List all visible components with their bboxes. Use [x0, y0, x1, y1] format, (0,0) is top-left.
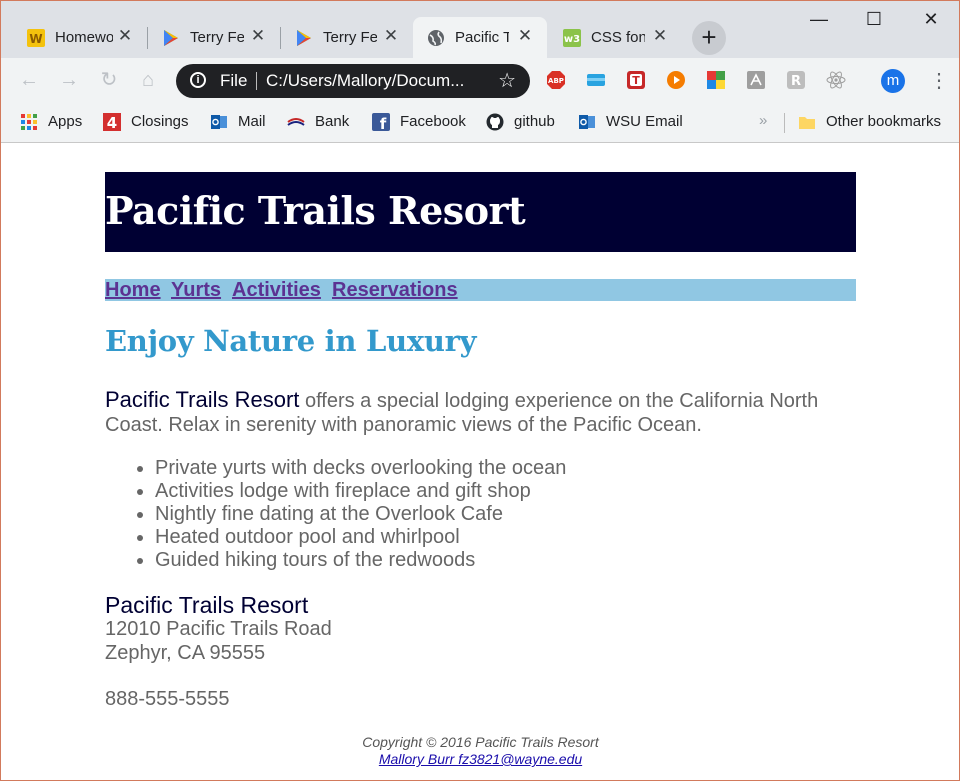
intro-paragraph: Pacific Trails Resort offers a special l… [105, 388, 865, 437]
reload-icon[interactable]: ↻ [97, 68, 121, 92]
menu-dots-icon[interactable]: ⋮ [929, 68, 949, 93]
pdf-icon[interactable] [746, 70, 766, 90]
close-window-button[interactable]: ✕ [908, 9, 954, 30]
list-item: Private yurts with decks overlooking the… [155, 457, 566, 480]
url-text[interactable]: C:/Users/Mallory/Docum... [266, 71, 464, 91]
play-store-icon [297, 30, 311, 46]
play-extension-icon[interactable] [666, 70, 686, 90]
svg-text:R: R [791, 74, 801, 89]
phone-number: 888-555-5555 [105, 688, 230, 710]
page-headline: Enjoy Nature in Luxury [105, 324, 477, 358]
list-item: Nightly fine dating at the Overlook Cafe [155, 503, 566, 526]
facebook-icon: f [372, 113, 390, 131]
site-header: Pacific Trails Resort [105, 172, 856, 252]
globe-icon [428, 30, 444, 46]
home-icon[interactable]: ⌂ [136, 68, 160, 92]
outlook-icon [211, 115, 227, 129]
close-icon[interactable]: ✕ [115, 26, 135, 46]
w3-icon: w3 [563, 29, 581, 47]
nav-link-activities[interactable]: Activities [232, 279, 321, 301]
bookmark-label: Closings [131, 113, 189, 130]
bookmark-label: Facebook [400, 113, 466, 130]
bookmark-label: Mail [238, 113, 266, 130]
info-icon[interactable]: i [190, 72, 206, 88]
list-item: Guided hiking tours of the redwoods [155, 549, 566, 572]
divider [784, 113, 785, 133]
svg-text:f: f [380, 115, 387, 131]
nav-link-reservations[interactable]: Reservations [332, 279, 458, 301]
bookmarks-overflow-button[interactable]: » [759, 112, 767, 129]
bookmark-label: github [514, 113, 555, 130]
colorful-extension-icon[interactable] [706, 70, 726, 90]
bookmark-star-icon[interactable]: ☆ [498, 68, 516, 93]
tab-title: Terry Fel [190, 29, 244, 46]
site-footer: Copyright © 2016 Pacific Trails Resort M… [105, 734, 856, 768]
new-tab-button[interactable]: + [692, 21, 726, 55]
divider [256, 72, 257, 90]
tab-title: Pacific T [455, 29, 509, 46]
profile-avatar[interactable]: m [881, 69, 905, 93]
play-store-icon [164, 30, 178, 46]
bookmark-label: Bank [315, 113, 350, 130]
t-extension-icon[interactable]: T [626, 70, 646, 90]
nav-link-home[interactable]: Home [105, 279, 161, 301]
maximize-button[interactable]: ☐ [851, 9, 897, 30]
address-line: 12010 Pacific Trails Road [105, 618, 332, 640]
page-content: Pacific Trails Resort Home Yurts Activit… [1, 143, 959, 779]
address-line: Zephyr, CA 95555 [105, 642, 266, 664]
tab-title: Terry Fel [323, 29, 377, 46]
tab-strip: W Homewo ✕ Terry Fel ✕ Terry Fel ✕ Pacif… [1, 1, 959, 59]
close-icon[interactable]: ✕ [650, 26, 670, 46]
minimize-button[interactable]: — [796, 9, 842, 30]
nav-link-yurts[interactable]: Yurts [171, 279, 221, 301]
list-item: Activities lodge with fireplace and gift… [155, 480, 566, 503]
screencast-icon[interactable] [586, 70, 606, 90]
svg-text:4: 4 [107, 114, 117, 131]
intro-brand: Pacific Trails Resort [105, 387, 300, 412]
contact-block: Pacific Trails Resort 12010 Pacific Trai… [105, 593, 332, 665]
folder-icon [799, 117, 815, 129]
copyright-text: Copyright © 2016 Pacific Trails Resort [362, 734, 599, 750]
adblock-plus-icon[interactable]: ABP [546, 70, 566, 90]
svg-text:ABP: ABP [548, 77, 564, 85]
tab-homework[interactable]: W Homewo ✕ [13, 17, 147, 59]
close-icon[interactable]: ✕ [248, 26, 268, 46]
tab-title: Homewo [55, 29, 113, 46]
tab-pacific-trails[interactable]: Pacific T ✕ [413, 17, 547, 59]
r-extension-icon[interactable]: R [786, 70, 806, 90]
address-bar[interactable]: i File C:/Users/Mallory/Docum... ☆ [176, 64, 530, 98]
close-icon[interactable]: ✕ [381, 26, 401, 46]
svg-text:W: W [29, 32, 42, 46]
list-item: Heated outdoor pool and whirlpool [155, 526, 566, 549]
browser-toolbar: ← → ↻ ⌂ i File C:/Users/Mallory/Docum...… [1, 58, 959, 104]
bookmark-label: Other bookmarks [826, 113, 942, 130]
bookmarks-bar: Apps 4 Closings Mail Bank f Facebook git… [1, 104, 959, 143]
site-title: Pacific Trails Resort [105, 188, 526, 233]
svg-text:w3: w3 [564, 34, 580, 45]
email-link[interactable]: Mallory Burr fz3821@wayne.edu [379, 751, 582, 767]
github-icon [486, 113, 504, 131]
bank-icon [287, 118, 305, 126]
scheme-label: File [220, 71, 248, 90]
w-logo-icon: W [27, 29, 45, 47]
features-list: Private yurts with decks overlooking the… [105, 457, 566, 572]
tab-terry-2[interactable]: Terry Fel ✕ [281, 17, 413, 59]
svg-text:T: T [632, 74, 640, 87]
react-devtools-icon[interactable] [826, 70, 846, 90]
close-icon[interactable]: ✕ [515, 26, 535, 46]
site-nav: Home Yurts Activities Reservations [105, 279, 856, 301]
forward-arrow-icon[interactable]: → [57, 68, 81, 92]
apps-grid-icon [21, 114, 37, 130]
tab-css-font[interactable]: w3 CSS font ✕ [549, 17, 682, 59]
contact-name: Pacific Trails Resort [105, 592, 309, 618]
channel4-icon: 4 [103, 113, 121, 131]
bookmark-label: Apps [48, 113, 83, 130]
tab-terry-1[interactable]: Terry Fel ✕ [148, 17, 280, 59]
bookmark-label: WSU Email [606, 113, 683, 130]
outlook-icon [579, 115, 595, 129]
back-arrow-icon[interactable]: ← [17, 68, 41, 92]
tab-title: CSS font [591, 29, 645, 46]
